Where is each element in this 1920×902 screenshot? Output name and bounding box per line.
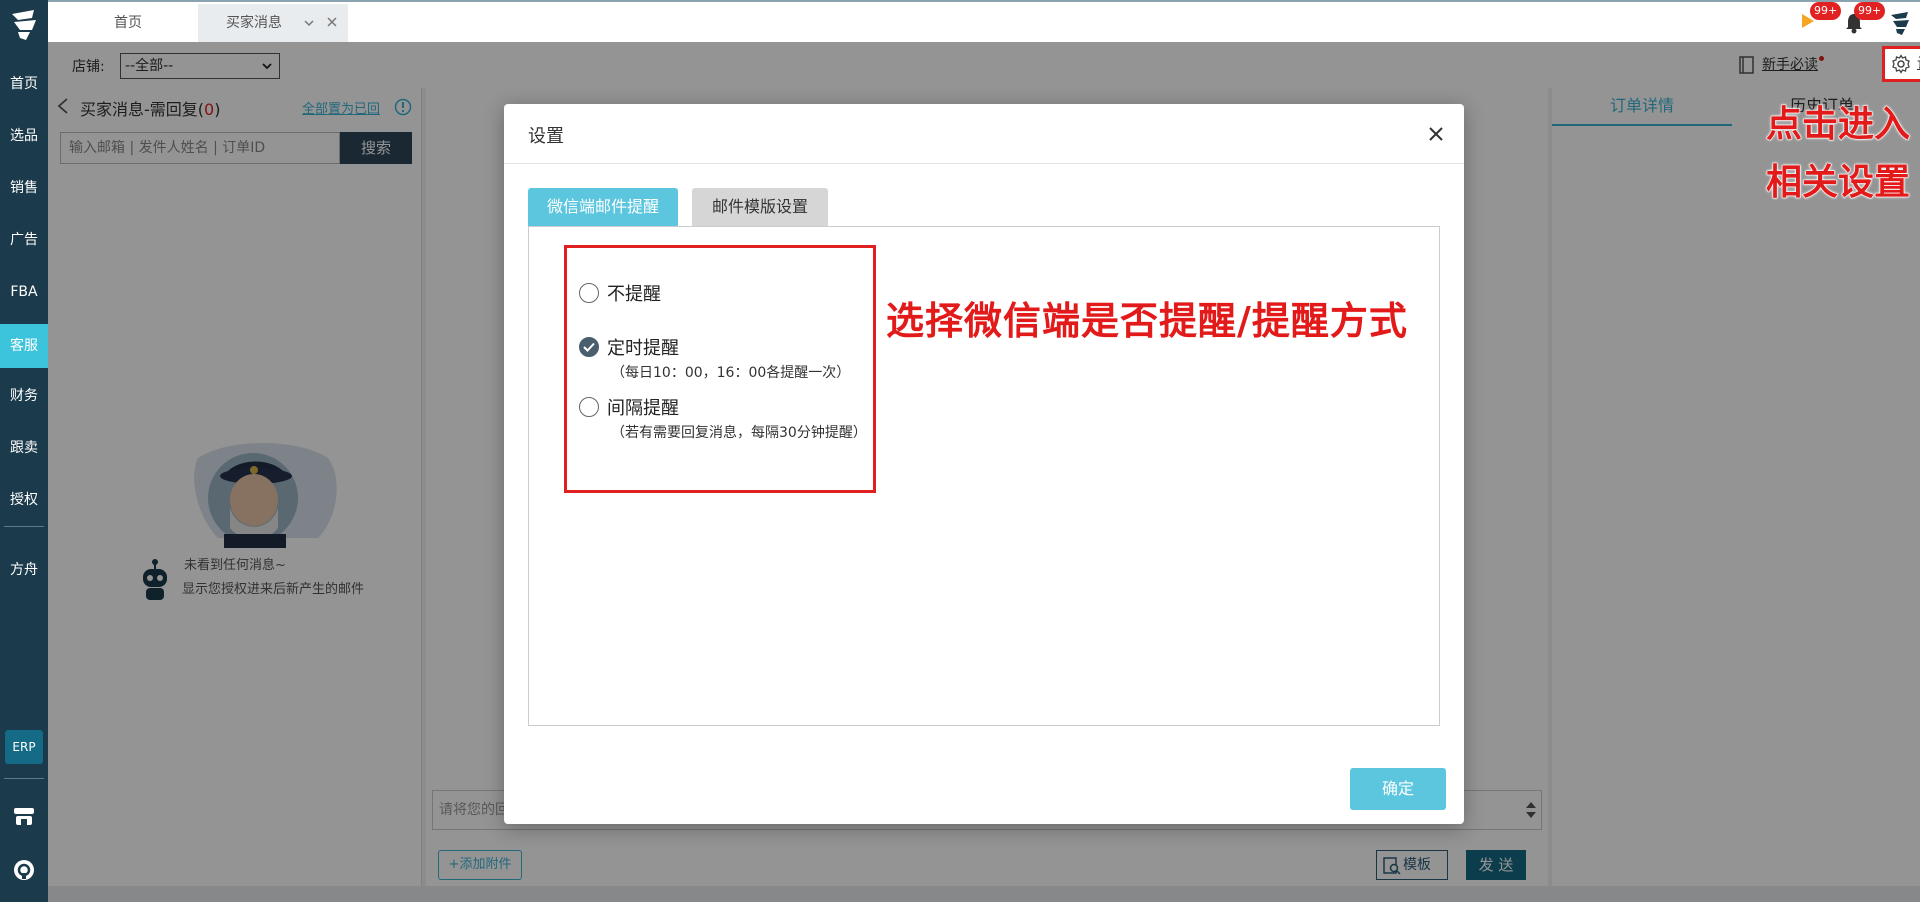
annotation-settings-hint: 点击进入 相关设置 [1756,96,1920,212]
radio-no-reminder[interactable] [579,283,599,303]
store-icon[interactable] [12,804,36,828]
empty-state-title: 未看到任何消息~ [184,558,286,573]
radio-interval-reminder[interactable] [579,397,599,417]
sidebar-item-ark[interactable]: 方舟 [0,550,48,590]
left-sidebar: 首页 选品 销售 广告 FBA 客服 财务 跟卖 授权 方舟 ERP [0,0,48,902]
sidebar-item-ads[interactable]: 广告 [0,220,48,260]
message-list-panel: 买家消息-需回复(0) 全部置为已回 输入邮箱 | 发件人姓名 | 订单ID 搜… [48,88,422,890]
flag-badge: 99+ [1810,2,1842,20]
option-description: （每日10：00，16：00各提醒一次） [611,365,851,381]
sidebar-item-fba[interactable]: FBA [0,272,48,312]
dialog-header: 设置 [504,104,1464,164]
highlight-box: 不提醒 定时提醒 （每日10：00，16：00各提醒一次） 间隔提醒 （若有需要… [564,245,876,493]
template-search-icon [1383,857,1401,875]
template-label: 模板 [1403,857,1431,873]
tab-buyer-messages[interactable]: 买家消息 [198,4,348,42]
book-icon [1739,56,1754,74]
tab-order-details[interactable]: 订单详情 [1552,88,1732,126]
option-description: （若有需要回复消息，每隔30分钟提醒） [611,425,867,441]
info-icon[interactable] [394,98,412,116]
dialog-title: 设置 [528,126,564,147]
option-interval-reminder[interactable]: 间隔提醒 （若有需要回复消息，每隔30分钟提醒） [579,394,869,441]
tab-buyer-label: 买家消息 [226,15,282,31]
bottom-strip [48,886,1920,902]
user-avatar-icon[interactable] [1888,10,1912,36]
list-title-text: 买家消息-需回复 [80,100,198,119]
app-logo-icon[interactable] [8,8,40,42]
gear-icon [1892,54,1910,74]
send-button[interactable]: 发 送 [1466,850,1526,880]
option-scheduled-reminder[interactable]: 定时提醒 （每日10：00，16：00各提醒一次） [579,334,859,381]
store-select[interactable]: --全部-- [120,53,280,79]
check-icon [583,342,595,352]
chevron-down-icon [262,63,272,70]
search-button[interactable]: 搜索 [340,132,412,164]
option-label: 间隔提醒 [607,398,679,419]
sidebar-item-customer-service[interactable]: 客服 [0,324,48,368]
top-right-icons: 99+ 99+ [1760,2,1920,44]
tab-wechat-email-reminder[interactable]: 微信端邮件提醒 [528,188,678,226]
back-arrow-icon[interactable] [56,98,70,114]
confirm-button[interactable]: 确定 [1350,768,1446,810]
sidebar-divider [4,526,44,527]
annotation-line-1: 点击进入 [1765,104,1910,146]
add-attachment-button[interactable]: +添加附件 [438,850,522,880]
sidebar-item-home[interactable]: 首页 [0,64,48,104]
option-label: 不提醒 [607,284,661,305]
tab-home[interactable]: 首页 [68,4,198,42]
settings-dialog: 设置 微信端邮件提醒 邮件模版设置 不提醒 定时提醒 （每日10：00，16：0… [504,104,1464,824]
settings-button[interactable]: 设置 [1882,46,1920,82]
resize-arrows-icon[interactable] [1524,800,1538,820]
close-icon[interactable] [326,16,338,28]
tab-email-template-settings[interactable]: 邮件模版设置 [692,188,828,226]
support-icon[interactable] [12,858,36,882]
list-count: 0 [204,100,215,119]
beginner-guide-link[interactable]: 新手必读 [1738,52,1824,78]
store-label: 店铺: [72,59,105,75]
annotation-reminder-hint: 选择微信端是否提醒/提醒方式 [886,299,1408,343]
sidebar-item-product-selection[interactable]: 选品 [0,116,48,156]
empty-state-desc: 显示您授权进来后新产生的邮件 [182,582,365,597]
template-button[interactable]: 模板 [1376,850,1448,880]
captain-illustration [194,443,337,548]
option-no-reminder[interactable]: 不提醒 [579,280,779,305]
radio-scheduled-reminder[interactable] [579,337,599,357]
tab-bar: 首页 买家消息 99+ 99+ [48,0,1920,42]
list-title: 买家消息-需回复(0) [80,100,221,119]
message-search-input[interactable]: 输入邮箱 | 发件人姓名 | 订单ID [60,132,340,164]
mark-all-read-link[interactable]: 全部置为已回 [302,98,380,117]
sidebar-divider [4,778,44,779]
beginner-guide-label: 新手必读 [1762,57,1818,73]
robot-icon [143,559,167,600]
sidebar-item-follow-sell[interactable]: 跟卖 [0,428,48,468]
store-filter-bar: 店铺: --全部-- 新手必读 设置 [48,42,1920,88]
close-icon[interactable] [1426,124,1446,144]
sidebar-item-sales[interactable]: 销售 [0,168,48,208]
sidebar-erp-button[interactable]: ERP [5,730,43,764]
chevron-down-icon[interactable] [303,17,315,29]
store-select-value: --全部-- [125,58,174,74]
annotation-line-2: 相关设置 [1765,162,1910,204]
option-label: 定时提醒 [607,338,679,359]
sidebar-item-authorization[interactable]: 授权 [0,480,48,520]
bell-badge: 99+ [1854,2,1886,20]
sidebar-item-finance[interactable]: 财务 [0,376,48,416]
new-dot [1819,56,1824,61]
